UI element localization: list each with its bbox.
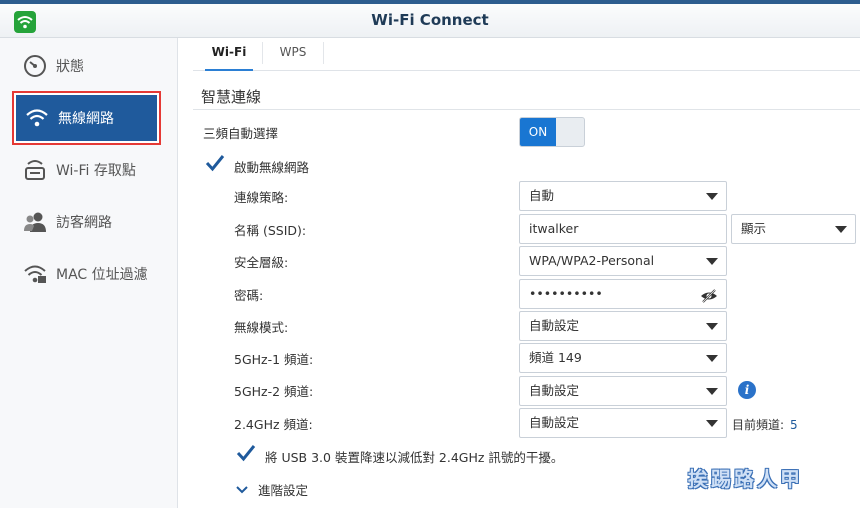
usb-slowdown-label: 將 USB 3.0 裝置降速以減低對 2.4GHz 訊號的干擾。: [265, 450, 564, 465]
sidebar-item-wireless[interactable]: 無線網路: [12, 91, 161, 145]
chevron-down-icon: [706, 193, 718, 200]
section-divider: [193, 109, 860, 110]
ch-24g-value: 自動設定: [529, 415, 580, 430]
password-label: 密碼:: [234, 288, 264, 303]
password-input[interactable]: ••••••••••: [519, 279, 727, 309]
strategy-select[interactable]: 自動: [519, 181, 727, 211]
tab-bar: Wi-Fi WPS: [193, 38, 860, 71]
watermark: 挨踢路人甲: [688, 467, 803, 491]
section-title: 智慧連線: [201, 88, 262, 106]
current-channel-value: 5: [790, 418, 798, 432]
sidebar-item-guest[interactable]: 訪客網路: [14, 197, 159, 247]
ch-24g-select[interactable]: 自動設定: [519, 408, 727, 438]
ch-5g1-select[interactable]: 頻道 149: [519, 343, 727, 373]
ssid-visibility-value: 顯示: [741, 221, 767, 236]
advanced-label: 進階設定: [258, 483, 309, 498]
security-label: 安全層級:: [234, 255, 289, 270]
current-channel-label: 目前頻道:: [732, 418, 785, 432]
sidebar-item-label: 無線網路: [58, 111, 114, 127]
enable-wireless-label: 啟動無線網路: [234, 160, 310, 175]
ssid-input[interactable]: itwalker: [519, 214, 727, 244]
tab-divider: [323, 42, 324, 64]
mode-select[interactable]: 自動設定: [519, 311, 727, 341]
ssid-label: 名稱 (SSID):: [234, 223, 307, 238]
sidebar-item-status[interactable]: 狀態: [14, 41, 159, 91]
ch-5g2-value: 自動設定: [529, 383, 580, 398]
ch-24g-label: 2.4GHz 頻道:: [234, 417, 313, 432]
chevron-down-icon: [236, 485, 248, 493]
sidebar-item-label: 狀態: [56, 59, 84, 75]
eye-slash-icon[interactable]: [700, 286, 718, 314]
advanced-settings-toggle[interactable]: 進階設定: [236, 480, 308, 499]
info-icon[interactable]: i: [738, 381, 756, 399]
sidebar-item-label: Wi-Fi 存取點: [56, 163, 136, 179]
sidebar-item-label: 訪客網路: [56, 215, 112, 231]
ch-5g2-select[interactable]: 自動設定: [519, 376, 727, 406]
current-channel: 目前頻道: 5: [732, 416, 798, 433]
password-value: ••••••••••: [529, 286, 603, 301]
checkmark-icon: [236, 445, 256, 462]
ch-5g1-value: 頻道 149: [529, 350, 582, 365]
enable-wireless-checkbox[interactable]: [205, 153, 225, 173]
tab-wifi[interactable]: Wi-Fi: [205, 38, 253, 71]
ch-5g2-label: 5GHz-2 頻道:: [234, 384, 314, 399]
tri-band-label: 三頻自動選擇: [203, 126, 279, 141]
security-value: WPA/WPA2-Personal: [529, 253, 655, 268]
strategy-value: 自動: [529, 188, 555, 203]
chevron-down-icon: [706, 355, 718, 362]
usb-slowdown-checkbox[interactable]: [236, 443, 256, 463]
chevron-down-icon: [706, 258, 718, 265]
wifi-filter-icon: [22, 261, 48, 287]
checkmark-icon: [205, 155, 225, 172]
ssid-visibility-select[interactable]: 顯示: [731, 214, 856, 244]
chevron-down-icon: [835, 226, 847, 233]
router-icon: [22, 157, 48, 183]
title-bar: Wi-Fi Connect: [0, 0, 860, 38]
chevron-down-icon: [706, 323, 718, 330]
sidebar: 狀態 無線網路 Wi-Fi 存取點 訪客網路 MAC 位址過濾: [0, 38, 178, 508]
chevron-down-icon: [706, 388, 718, 395]
strategy-label: 連線策略:: [234, 190, 289, 205]
wifi-icon: [24, 105, 50, 131]
tab-wps[interactable]: WPS: [269, 38, 317, 71]
tri-band-toggle[interactable]: ON: [519, 117, 585, 147]
mode-label: 無線模式:: [234, 320, 289, 335]
sidebar-item-mac-filter[interactable]: MAC 位址過濾: [14, 249, 159, 299]
security-select[interactable]: WPA/WPA2-Personal: [519, 246, 727, 276]
users-icon: [22, 209, 48, 235]
sidebar-item-access-point[interactable]: Wi-Fi 存取點: [14, 145, 159, 195]
chevron-down-icon: [706, 420, 718, 427]
tab-divider: [262, 42, 263, 64]
mode-value: 自動設定: [529, 318, 580, 333]
ch-5g1-label: 5GHz-1 頻道:: [234, 352, 314, 367]
sidebar-item-label: MAC 位址過濾: [56, 267, 148, 283]
toggle-on-label: ON: [520, 118, 556, 146]
gauge-icon: [22, 53, 48, 79]
window-title: Wi-Fi Connect: [371, 11, 489, 29]
